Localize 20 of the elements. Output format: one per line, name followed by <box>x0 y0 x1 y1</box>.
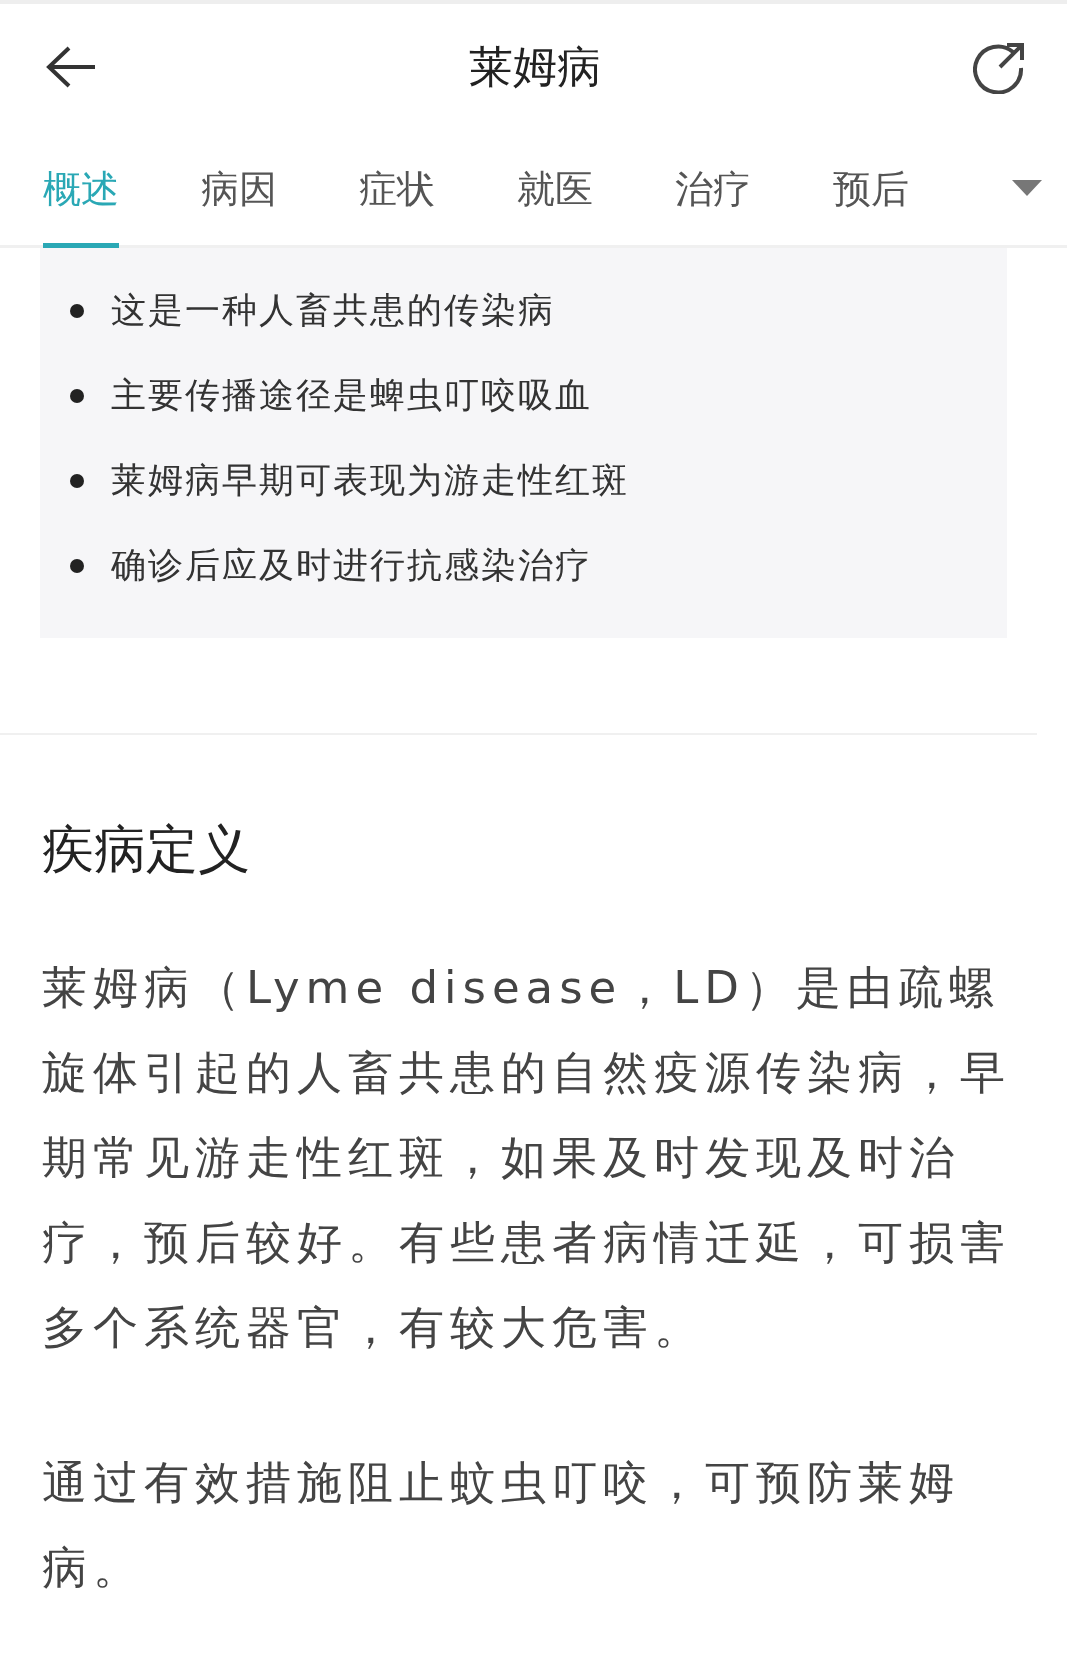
bullet-icon <box>70 558 84 573</box>
bullet-icon <box>70 388 84 403</box>
summary-item: 这是一种人畜共患的传染病 <box>111 289 555 332</box>
bullet-icon <box>70 473 84 488</box>
summary-item: 确诊后应及时进行抗感染治疗 <box>111 544 592 587</box>
dropdown-caret-icon[interactable] <box>1012 179 1042 196</box>
tab[interactable]: 预后 <box>833 130 909 248</box>
tab[interactable]: 就医 <box>517 130 593 248</box>
tab[interactable]: 症状 <box>359 130 435 248</box>
summary-item: 主要传播途径是蜱虫叮咬吸血 <box>111 374 592 417</box>
bullet-icon <box>70 303 84 318</box>
summary-item: 莱姆病早期可表现为游走性红斑 <box>111 459 629 502</box>
paragraph: 莱姆病（Lyme disease，LD）是由疏螺旋体引起的人畜共患的自然疫源传染病，早期常见游走性红斑，如果及时发现及时治疗，预后较好。有些患者病情迁延，可损害多个系统器官，有较大危害。 <box>42 960 1012 1356</box>
page-title: 莱姆病 <box>469 39 601 94</box>
paragraph: 通过有效措施阻止蚊虫叮咬，可预防莱姆病。 <box>42 1455 961 1596</box>
back-icon[interactable] <box>45 45 97 89</box>
tab[interactable]: 治疗 <box>675 130 751 248</box>
tab[interactable]: 病因 <box>201 130 277 248</box>
share-icon[interactable] <box>973 40 1027 94</box>
section-heading: 疾病定义 <box>42 818 251 881</box>
